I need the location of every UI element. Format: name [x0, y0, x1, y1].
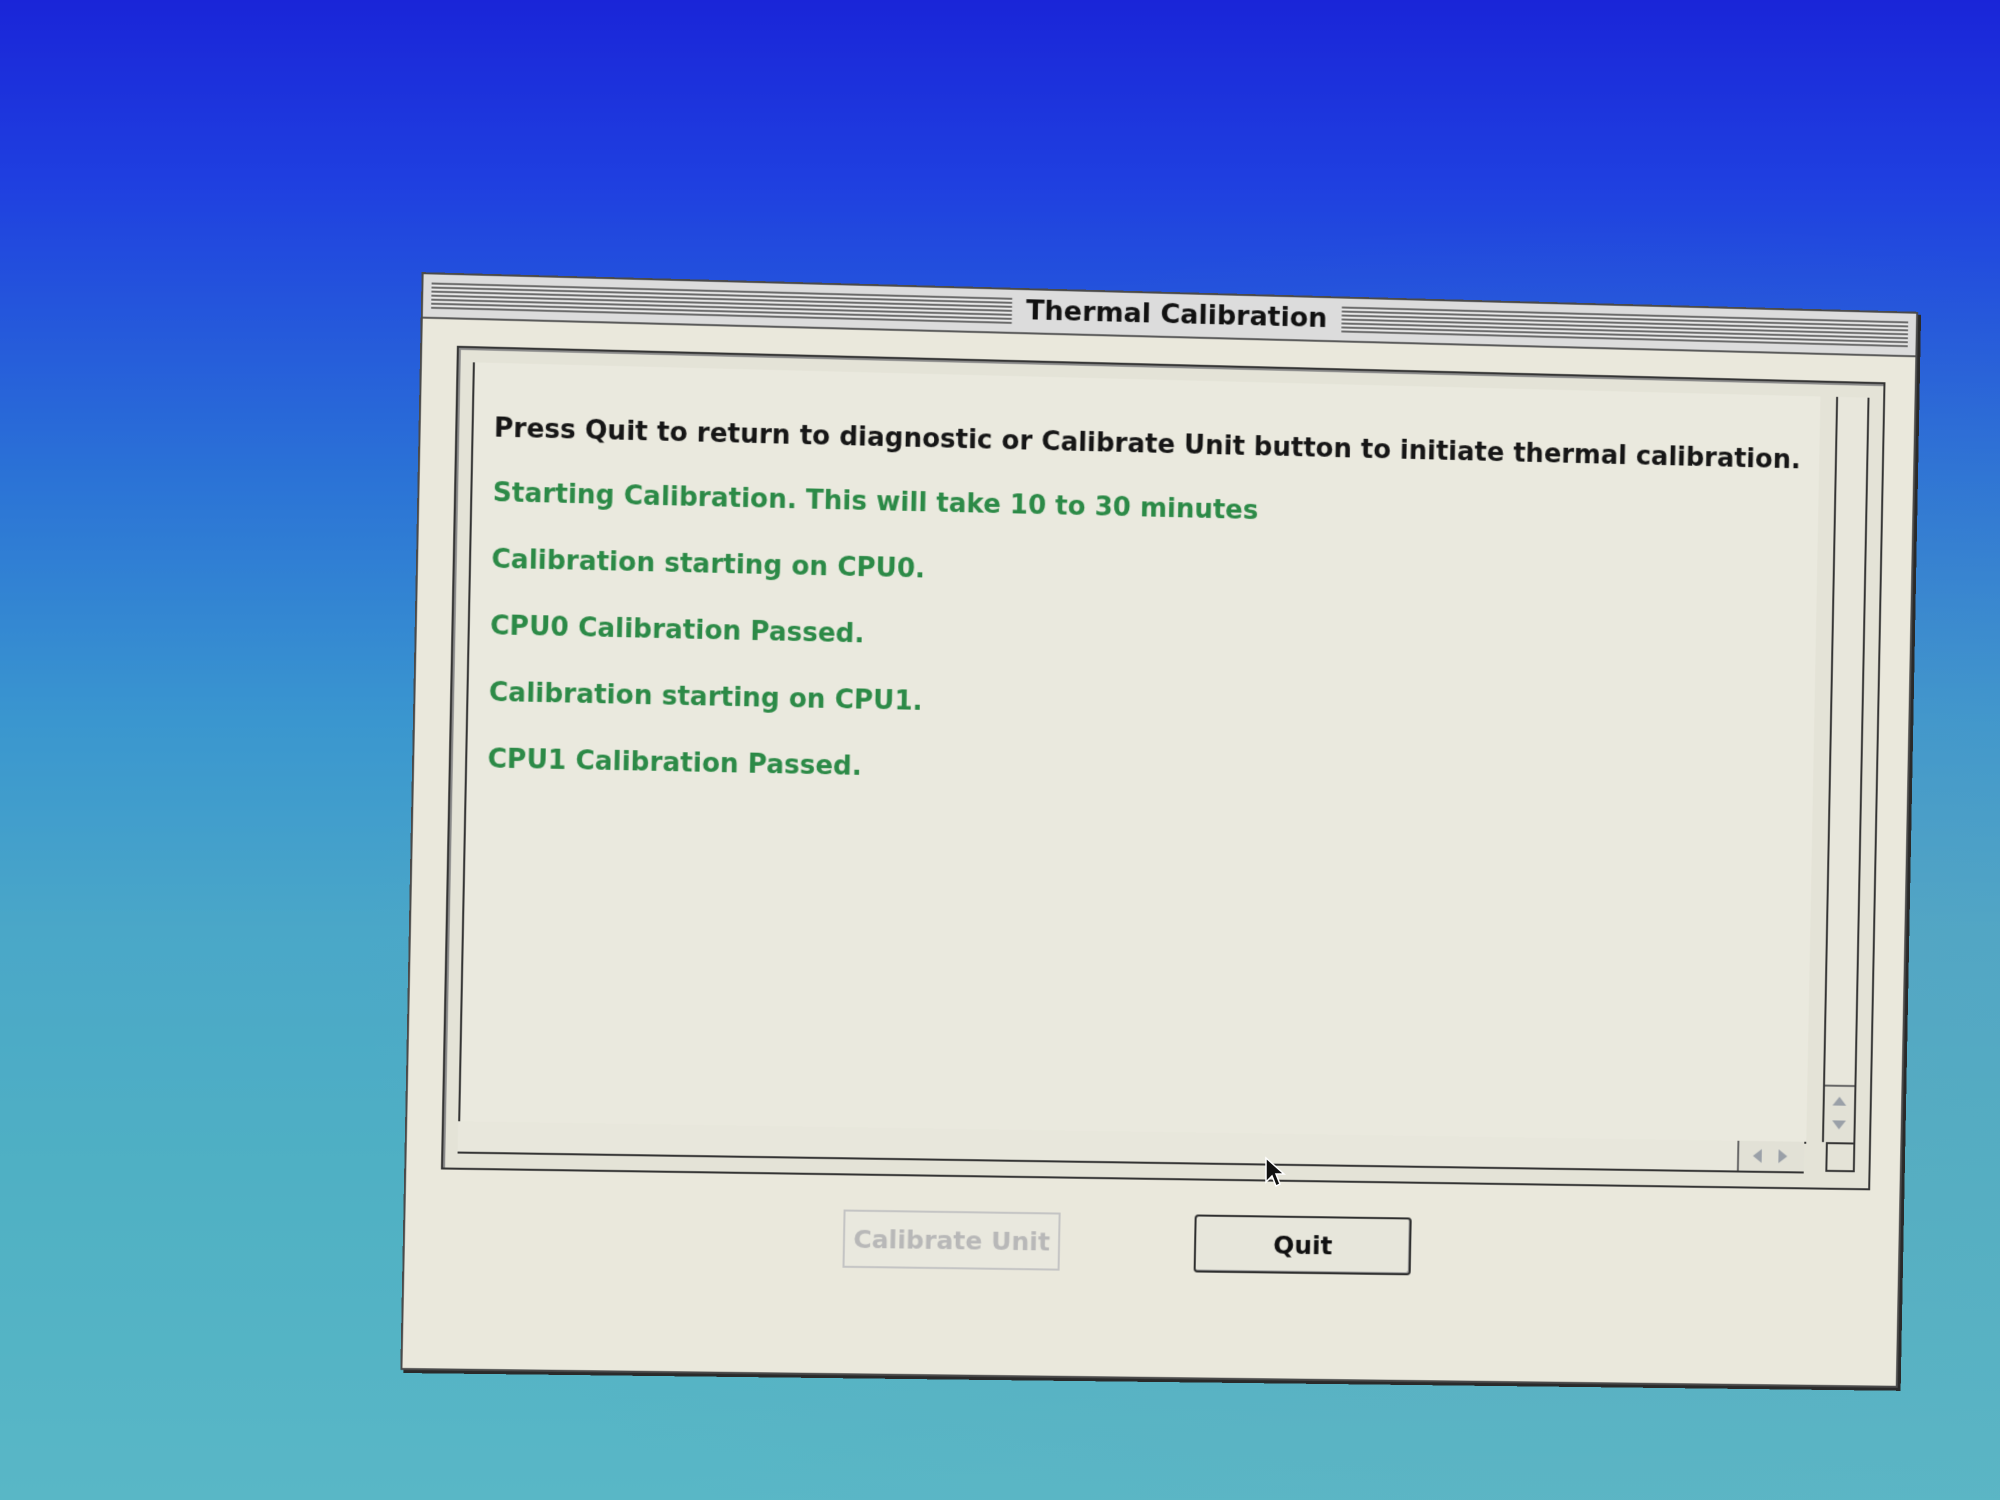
scroll-right-arrow-icon[interactable]	[1778, 1149, 1788, 1164]
window-titlebar[interactable]: Thermal Calibration	[422, 274, 1917, 358]
scroll-left-arrow-icon[interactable]	[1752, 1148, 1762, 1163]
log-panel: Press Quit to return to diagnostic or Ca…	[440, 345, 1886, 1191]
quit-button[interactable]: Quit	[1193, 1214, 1412, 1276]
button-row: Calibrate Unit Quit	[404, 1203, 1899, 1293]
calibrate-unit-button[interactable]: Calibrate Unit	[842, 1209, 1061, 1271]
scroll-down-arrow-icon[interactable]	[1832, 1120, 1846, 1130]
scroll-up-arrow-icon[interactable]	[1832, 1096, 1847, 1106]
instruction-text: Press Quit to return to diagnostic or Ca…	[493, 413, 1801, 476]
window-title: Thermal Calibration	[1011, 293, 1342, 337]
log-line: Starting Calibration. This will take 10 …	[492, 477, 1259, 527]
thermal-calibration-window: Thermal Calibration Press Quit to return…	[400, 272, 1919, 1388]
horizontal-scroll-arrows	[1736, 1140, 1805, 1172]
log-text-area[interactable]: Press Quit to return to diagnostic or Ca…	[458, 362, 1821, 1144]
log-lines: Press Quit to return to diagnostic or Ca…	[487, 411, 1804, 834]
log-line: CPU1 Calibration Passed.	[487, 744, 863, 782]
log-line: Calibration starting on CPU0.	[491, 544, 926, 585]
log-line: CPU0 Calibration Passed.	[489, 611, 865, 650]
vertical-scroll-arrows	[1823, 1084, 1855, 1143]
scrollbar-corner	[1825, 1142, 1856, 1173]
arrow-cursor-icon	[1265, 1156, 1286, 1188]
vertical-scrollbar[interactable]	[1821, 396, 1870, 1143]
log-line: Calibration starting on CPU1.	[488, 677, 923, 717]
